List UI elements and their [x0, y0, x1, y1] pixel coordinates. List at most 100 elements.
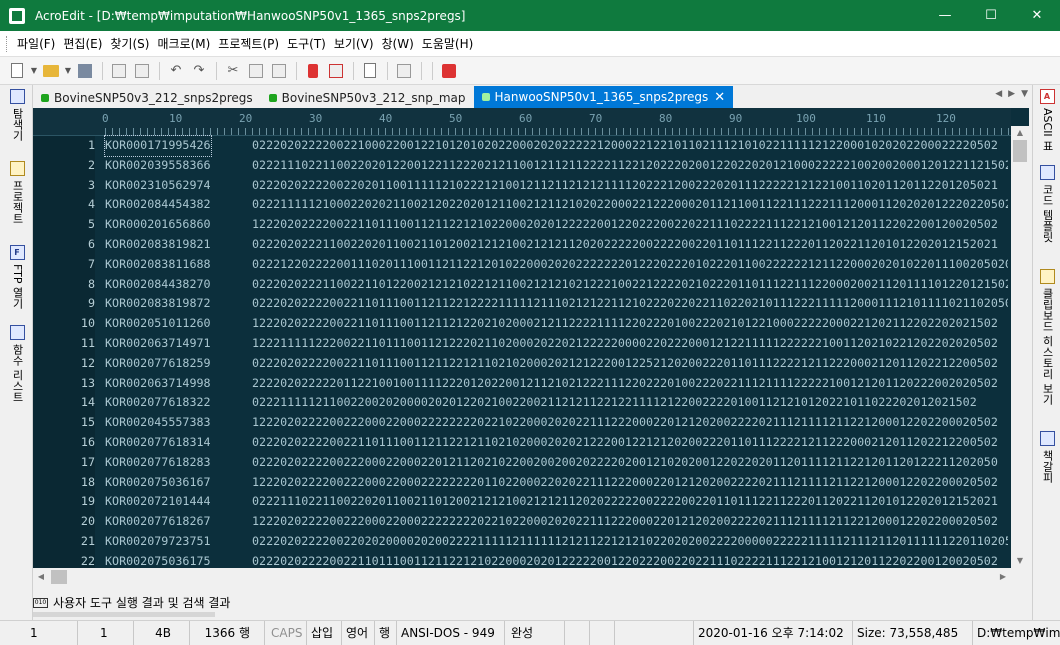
- document-icon[interactable]: [359, 60, 381, 82]
- line-number: 16: [80, 434, 95, 449]
- text-line[interactable]: 8 KOR002084438270 022202022211002211012200…: [33, 275, 1011, 295]
- text-line[interactable]: 12 KOR002077618259 02220202222002211011100…: [33, 354, 1011, 374]
- left-side-panel: 탐색기 프로젝트 F FTP 열기 함수 리스트: [0, 85, 33, 620]
- menu-view[interactable]: 보기(V): [330, 34, 378, 54]
- animal-id: KOR002039558366: [105, 157, 211, 172]
- close-button[interactable]: ✕: [1014, 0, 1060, 31]
- animal-id: KOR000171995426: [104, 135, 212, 157]
- menu-macro[interactable]: 매크로(M): [153, 34, 214, 54]
- print-preview-icon[interactable]: [108, 60, 130, 82]
- text-line[interactable]: 17 KOR002077618283 02220202222002220002200…: [33, 453, 1011, 473]
- text-line[interactable]: 4 KOR002084454382 022211111210002202021100…: [33, 195, 1011, 215]
- toolbar-separator: [432, 61, 433, 80]
- scroll-up-icon[interactable]: ▲: [1011, 126, 1029, 140]
- text-line[interactable]: 20 KOR002077618267 12220202222002220002200…: [33, 512, 1011, 532]
- print-icon[interactable]: [131, 60, 153, 82]
- text-line[interactable]: 18 KOR002075036167 12220202222002220002200…: [33, 473, 1011, 493]
- close-tab-icon[interactable]: ✕: [714, 90, 725, 105]
- new-file-icon[interactable]: [6, 60, 28, 82]
- line-number: 5: [87, 217, 95, 232]
- text-line[interactable]: 15 KOR002045557383 12220202222002220002200…: [33, 413, 1011, 433]
- scroll-down-icon[interactable]: ▼: [1011, 554, 1029, 568]
- status-char-code: 4B: [134, 621, 190, 645]
- scroll-right-icon[interactable]: ▶: [995, 568, 1011, 586]
- side-tab-explorer[interactable]: 탐색기: [8, 89, 26, 141]
- animal-id: KOR002077618259: [105, 355, 211, 370]
- text-line[interactable]: 10 KOR002051011260 12220202222002211011100…: [33, 314, 1011, 334]
- text-line[interactable]: 13 KOR002063714998 22220202222201122100100…: [33, 374, 1011, 394]
- menu-window[interactable]: 창(W): [378, 34, 418, 54]
- side-tab-ftp[interactable]: F FTP 열기: [8, 245, 26, 309]
- copy-icon[interactable]: [245, 60, 267, 82]
- editor-area[interactable]: 0 10 20 30 40 50 60 70 80 90 100 110 120…: [33, 108, 1029, 586]
- side-tab-clipboard-history[interactable]: 클립보드 히스토리 보기: [1038, 269, 1056, 405]
- tab-scroll-left-icon[interactable]: ◀: [995, 89, 1002, 99]
- tab-hanwoo-snps2pregs[interactable]: HanwooSNP50v1_1365_snps2pregs ✕: [473, 86, 734, 108]
- chevron-down-icon[interactable]: ▼: [29, 60, 39, 82]
- side-tab-ascii[interactable]: A ASCII 표: [1038, 89, 1056, 151]
- edit-marker-icon[interactable]: [325, 60, 347, 82]
- text-line[interactable]: 21 KOR002079723751 02220202222002202020000…: [33, 532, 1011, 552]
- text-line[interactable]: 2 KOR002039558366 022211102211002202012200…: [33, 156, 1011, 176]
- list-icon[interactable]: [393, 60, 415, 82]
- side-tab-project[interactable]: 프로젝트: [8, 161, 26, 224]
- status-insert[interactable]: 삽입: [307, 621, 342, 645]
- side-tab-label: 프로젝트: [11, 180, 24, 224]
- ascii-icon: A: [1039, 89, 1055, 104]
- menu-help[interactable]: 도움말(H): [418, 34, 478, 54]
- text-line[interactable]: 19 KOR002072101444 02221110221100220201100…: [33, 492, 1011, 512]
- text-line[interactable]: 3 KOR002310562974 022202022220022020110011…: [33, 176, 1011, 196]
- tab-list-icon[interactable]: ▼: [1021, 89, 1028, 99]
- text-line[interactable]: 6 KOR002083819821 022202022211002202011002…: [33, 235, 1011, 255]
- text-line[interactable]: 5 KOR000201656860 122202022220022110111001…: [33, 215, 1011, 235]
- tab-bovine-snps2pregs[interactable]: BovineSNP50v3_212_snps2pregs: [33, 87, 261, 108]
- text-line[interactable]: 14 KOR002077618322 02221111121100220020200…: [33, 393, 1011, 413]
- paste-icon[interactable]: [268, 60, 290, 82]
- scrollbar-thumb[interactable]: [51, 570, 67, 584]
- function-list-icon: [9, 325, 25, 340]
- menu-tools[interactable]: 도구(T): [283, 34, 330, 54]
- tab-scroll-right-icon[interactable]: ▶: [1008, 89, 1015, 99]
- scrollbar-thumb[interactable]: [1013, 140, 1027, 162]
- genotype-sequence: 1222020222200221101110011211212202102000…: [252, 316, 998, 331]
- marker-icon[interactable]: [302, 60, 324, 82]
- output-panel-tab[interactable]: 010 사용자 도구 실행 결과 및 검색 결과: [33, 594, 230, 611]
- status-datetime: 2020-01-16 오후 7:14:02: [694, 621, 853, 645]
- minimize-button[interactable]: —: [922, 0, 968, 31]
- horizontal-scrollbar[interactable]: ◀ ▶: [33, 568, 1029, 586]
- animal-id: KOR002077618283: [105, 454, 211, 469]
- text-line[interactable]: 7 KOR002083811688 022212202222001110201110…: [33, 255, 1011, 275]
- side-tab-code-template[interactable]: 코드 템플릿: [1038, 165, 1056, 243]
- menu-file[interactable]: 파일(F): [13, 34, 59, 54]
- calendar-icon[interactable]: [438, 60, 460, 82]
- text-line[interactable]: 16 KOR002077618314 02220202222002211011100…: [33, 433, 1011, 453]
- redo-icon[interactable]: ↷: [188, 60, 210, 82]
- side-tab-bookmarks[interactable]: 책갈피: [1038, 431, 1056, 483]
- side-tab-function-list[interactable]: 함수 리스트: [8, 325, 26, 403]
- line-number: 14: [80, 395, 95, 410]
- save-icon[interactable]: [74, 60, 96, 82]
- animal-id: KOR002063714998: [105, 375, 211, 390]
- open-folder-icon[interactable]: [40, 60, 62, 82]
- menu-edit[interactable]: 편집(E): [59, 34, 106, 54]
- ruler-label: 70: [589, 112, 603, 125]
- scroll-left-icon[interactable]: ◀: [33, 568, 49, 586]
- text-lines[interactable]: 1 KOR000171995426 022202022220022100022001…: [33, 135, 1011, 586]
- text-line[interactable]: 9 KOR002083819872 022202022220022110111001…: [33, 294, 1011, 314]
- line-number: 4: [87, 197, 95, 212]
- chevron-down-icon[interactable]: ▼: [63, 60, 73, 82]
- status-encoding[interactable]: ANSI-DOS - 949: [397, 621, 505, 645]
- animal-id: KOR002063714971: [105, 335, 211, 350]
- tab-bovine-snp-map[interactable]: BovineSNP50v3_212_snp_map: [261, 87, 474, 108]
- cut-icon[interactable]: ✂: [222, 60, 244, 82]
- undo-icon[interactable]: ↶: [165, 60, 187, 82]
- app-icon[interactable]: [9, 7, 25, 24]
- line-number: 3: [87, 177, 95, 192]
- menu-find[interactable]: 찾기(S): [106, 34, 153, 54]
- text-line[interactable]: 11 KOR002063714971 12221111122200221101110…: [33, 334, 1011, 354]
- text-line[interactable]: 1 KOR000171995426 022202022220022100022001…: [33, 135, 1011, 157]
- maximize-button[interactable]: ☐: [968, 0, 1014, 31]
- vertical-scrollbar[interactable]: ▲ ▼: [1011, 126, 1029, 568]
- toolbar-separator: [421, 61, 422, 80]
- menu-project[interactable]: 프로젝트(P): [214, 34, 283, 54]
